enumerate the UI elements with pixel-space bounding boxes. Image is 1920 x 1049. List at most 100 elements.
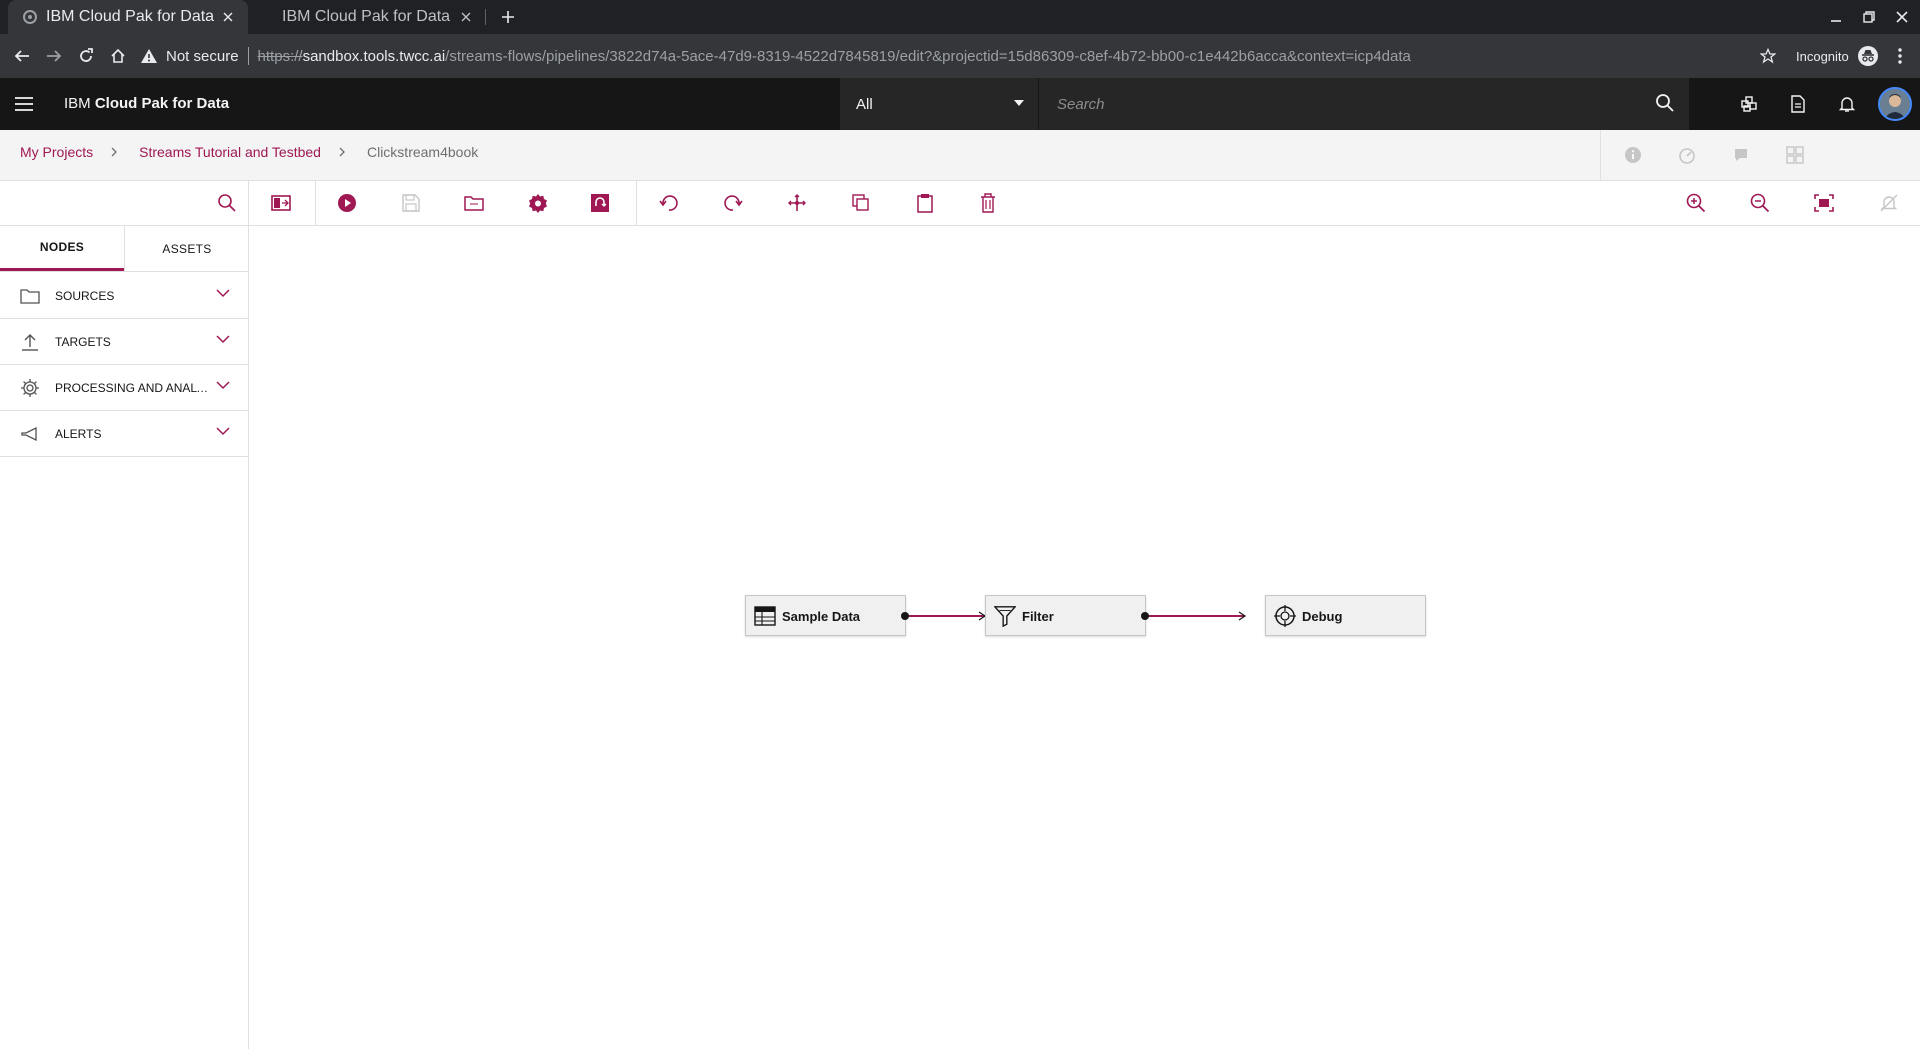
breadcrumb-current-flow: Clickstream4book xyxy=(366,144,479,160)
debug-icon xyxy=(1274,605,1296,627)
url-text[interactable]: https://sandbox.tools.twcc.ai/streams-fl… xyxy=(258,48,1411,65)
palette-search xyxy=(0,181,249,226)
minimize-window-icon[interactable] xyxy=(1824,5,1848,29)
chevron-down-icon xyxy=(216,427,230,436)
folder-icon xyxy=(20,286,40,306)
back-arrow-icon[interactable] xyxy=(10,44,34,68)
reload-icon[interactable] xyxy=(74,44,98,68)
user-avatar[interactable] xyxy=(1878,87,1912,121)
bookmark-star-icon[interactable] xyxy=(1756,44,1780,68)
notifications-off-icon[interactable] xyxy=(1877,191,1901,215)
browser-tab-active[interactable]: IBM Cloud Pak for Data xyxy=(8,0,248,34)
close-window-icon[interactable] xyxy=(1890,5,1914,29)
incognito-icon xyxy=(1857,46,1878,66)
warning-triangle-icon xyxy=(140,47,158,65)
scope-selected: All xyxy=(856,95,873,113)
output-port[interactable] xyxy=(901,612,909,620)
link-sample-data-to-filter[interactable] xyxy=(905,610,989,622)
security-status[interactable]: Not secure xyxy=(166,48,239,65)
flow-canvas[interactable]: Sample Data Filter Debug xyxy=(249,226,1920,1049)
product-name[interactable]: IBM Cloud Pak for Data xyxy=(64,95,229,112)
caret-down-icon xyxy=(1014,100,1024,106)
global-search xyxy=(1039,78,1689,130)
category-alerts[interactable]: ALERTS xyxy=(0,411,248,457)
global-search-input[interactable] xyxy=(1057,95,1617,113)
incognito-label: Incognito xyxy=(1796,48,1849,64)
search-scope-dropdown[interactable]: All xyxy=(840,78,1038,130)
output-port[interactable] xyxy=(1141,612,1149,620)
breadcrumb-chevron-icon xyxy=(339,146,349,158)
node-categories: SOURCES TARGETS PROCESSING AND ANALYTICS xyxy=(0,273,248,457)
browser-tab-inactive[interactable]: IBM Cloud Pak for Data xyxy=(256,0,486,34)
node-label: Debug xyxy=(1302,609,1343,624)
paste-clipboard-icon[interactable] xyxy=(913,191,937,215)
tab-close-icon[interactable] xyxy=(216,5,240,29)
megaphone-icon xyxy=(20,424,40,444)
node-sample-data[interactable]: Sample Data xyxy=(745,595,906,636)
search-icon[interactable] xyxy=(217,193,237,213)
comments-icon[interactable] xyxy=(1729,143,1753,167)
hamburger-menu-icon[interactable] xyxy=(10,90,38,118)
node-palette: NODES ASSETS SOURCES TARGETS PROCESSING … xyxy=(0,181,249,1049)
cut-icon[interactable] xyxy=(785,191,809,215)
chevron-down-icon xyxy=(216,289,230,298)
open-folder-icon[interactable] xyxy=(462,191,486,215)
node-debug[interactable]: Debug xyxy=(1265,595,1426,636)
breadcrumb-project[interactable]: Streams Tutorial and Testbed xyxy=(139,144,321,160)
incognito-indicator[interactable]: Incognito xyxy=(1796,44,1878,68)
omnibox-divider xyxy=(247,47,249,65)
tab-title: IBM Cloud Pak for Data xyxy=(46,8,215,25)
palette-search-input[interactable] xyxy=(0,181,210,225)
sample-data-icon xyxy=(754,605,776,627)
layout-grid-icon[interactable] xyxy=(1783,143,1807,167)
restore-window-icon[interactable] xyxy=(1857,5,1881,29)
chevron-down-icon xyxy=(216,335,230,344)
fit-to-screen-icon[interactable] xyxy=(1812,191,1836,215)
redo-icon[interactable] xyxy=(721,191,745,215)
zoom-in-icon[interactable] xyxy=(1684,191,1708,215)
flow-side-panel-actions xyxy=(1600,130,1920,181)
export-stream-icon[interactable] xyxy=(588,191,612,215)
tab-close-icon[interactable] xyxy=(454,5,478,29)
catalog-icon[interactable] xyxy=(1725,78,1773,130)
toggle-palette-icon[interactable] xyxy=(269,191,293,215)
gear-icon xyxy=(20,378,40,398)
url-path: /streams-flows/pipelines/3822d74a-5ace-4… xyxy=(445,47,1411,65)
zoom-out-icon[interactable] xyxy=(1748,191,1772,215)
address-bar[interactable]: Not secure https://sandbox.tools.twcc.ai… xyxy=(140,38,1780,74)
link-filter-to-debug[interactable] xyxy=(1145,610,1249,622)
home-icon[interactable] xyxy=(106,44,130,68)
browser-tab-strip: IBM Cloud Pak for Data IBM Cloud Pak for… xyxy=(0,0,1920,34)
category-sources[interactable]: SOURCES xyxy=(0,273,248,319)
info-icon[interactable] xyxy=(1621,143,1645,167)
breadcrumb-chevron-icon xyxy=(111,146,121,158)
save-icon[interactable] xyxy=(399,191,423,215)
breadcrumb-bar: My Projects Streams Tutorial and Testbed… xyxy=(0,130,1920,181)
document-icon[interactable] xyxy=(1774,78,1822,130)
category-processing-and-analytics[interactable]: PROCESSING AND ANALYTICS xyxy=(0,365,248,411)
app-header: IBM Cloud Pak for Data All xyxy=(0,78,1920,130)
breadcrumb: My Projects Streams Tutorial and Testbed… xyxy=(20,144,478,160)
category-targets[interactable]: TARGETS xyxy=(0,319,248,365)
tab-assets[interactable]: ASSETS xyxy=(124,226,249,271)
node-label: Sample Data xyxy=(782,609,861,624)
run-icon[interactable] xyxy=(335,191,359,215)
delete-trash-icon[interactable] xyxy=(976,191,1000,215)
undo-icon[interactable] xyxy=(657,191,681,215)
browser-menu-icon[interactable] xyxy=(1888,44,1912,68)
ibm-favicon-icon xyxy=(22,9,38,25)
breadcrumb-my-projects[interactable]: My Projects xyxy=(20,144,93,160)
tab-divider xyxy=(485,9,486,25)
forward-arrow-icon[interactable] xyxy=(42,44,66,68)
metrics-gauge-icon[interactable] xyxy=(1675,143,1699,167)
tab-nodes[interactable]: NODES xyxy=(0,226,124,271)
node-filter[interactable]: Filter xyxy=(985,595,1146,636)
canvas-toolbar xyxy=(249,181,1920,226)
search-icon[interactable] xyxy=(1655,93,1675,113)
settings-gear-icon[interactable] xyxy=(526,191,550,215)
copy-icon[interactable] xyxy=(849,191,873,215)
notification-bell-icon[interactable] xyxy=(1823,78,1871,130)
toolbar-divider xyxy=(315,181,316,226)
category-label: ALERTS xyxy=(55,427,102,441)
new-tab-plus-icon[interactable] xyxy=(496,5,520,29)
